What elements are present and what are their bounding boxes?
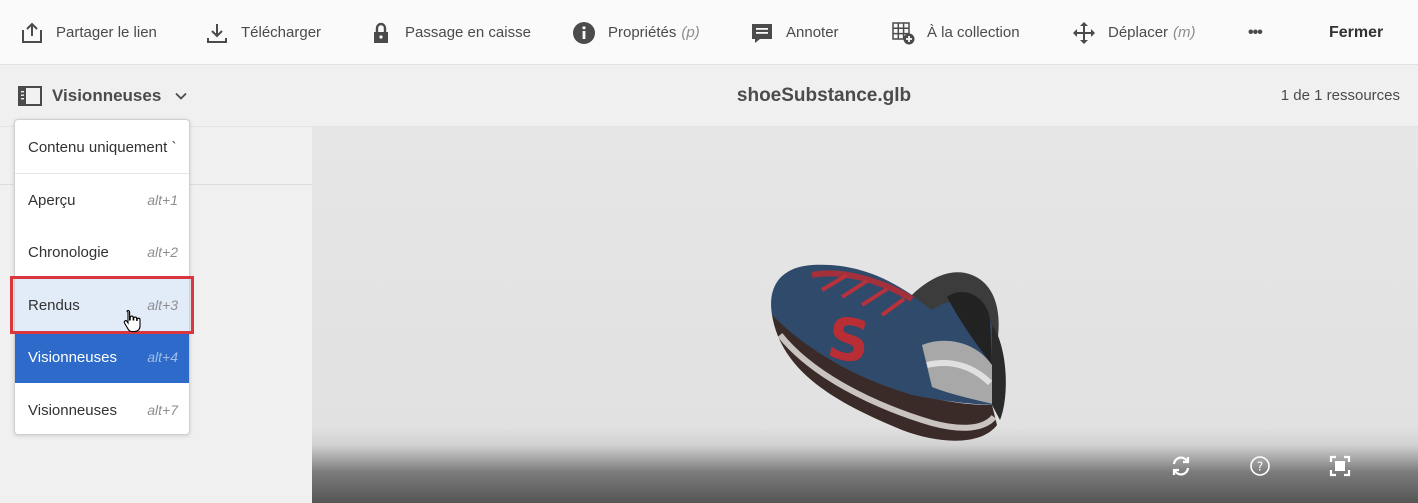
move-label: Déplacer [1108,24,1169,41]
asset-counter: 1 de 1 ressources [1280,87,1400,104]
svg-text:?: ? [1257,459,1263,473]
annotate-label: Annoter [786,24,839,41]
menu-item-label: Contenu uniquement ` [28,138,177,156]
close-label: Fermer [1329,23,1384,41]
collection-add-icon [891,21,915,45]
menu-item-shortcut: alt+7 [147,402,178,418]
share-link-button[interactable]: Partager le lien [20,0,157,65]
share-link-label: Partager le lien [56,24,157,41]
properties-shortcut-hint: (p) [681,24,700,41]
menu-item-content-only[interactable]: Contenu uniquement ` [15,121,189,173]
menu-item-label: Visionneuses [28,348,117,366]
top-toolbar: Partager le lien Télécharger Passage en … [0,0,1418,65]
viewer-switch-dropdown[interactable]: Visionneuses [18,65,187,127]
file-title: shoeSubstance.glb [0,65,1418,127]
menu-item-shortcut: alt+1 [147,192,178,208]
asset-header-bar: Visionneuses shoeSubstance.glb 1 de 1 re… [0,65,1418,127]
info-icon [572,21,596,45]
fullscreen-icon [1329,455,1351,482]
move-icon [1072,21,1096,45]
menu-item-label: Chronologie [28,243,109,261]
properties-label: Propriétés [608,24,677,41]
help-button[interactable]: ? [1246,454,1274,482]
chevron-down-icon [175,92,187,100]
menu-item-label: Visionneuses [28,401,117,419]
menu-item-preview[interactable]: Aperçu alt+1 [15,174,189,226]
viewer-switch-menu: Contenu uniquement ` Aperçu alt+1 Chrono… [14,119,190,435]
file-title-text: shoeSubstance.glb [736,85,912,106]
checkout-button[interactable]: Passage en caisse [369,0,531,65]
fullscreen-button[interactable] [1326,454,1354,482]
menu-item-renditions[interactable]: Rendus alt+3 [15,279,189,331]
add-to-collection-button[interactable]: À la collection [891,0,1020,65]
menu-item-label: Aperçu [28,191,76,209]
download-label: Télécharger [241,24,322,41]
move-button[interactable]: Déplacer (m) [1072,0,1196,65]
shoe-model-image: S [771,264,1006,441]
download-button[interactable]: Télécharger [205,0,321,65]
more-icon: ••• [1248,23,1263,41]
3d-viewer-canvas[interactable]: S ? [312,127,1418,503]
menu-item-viewers-selected[interactable]: Visionneuses alt+4 [15,331,189,383]
menu-item-shortcut: alt+3 [147,297,178,313]
annotate-icon [750,21,774,45]
menu-item-shortcut: alt+4 [147,349,178,365]
reset-view-icon [1170,455,1192,482]
close-button[interactable]: Fermer [1329,0,1383,65]
viewer-switch-label: Visionneuses [52,86,162,105]
properties-button[interactable]: Propriétés (p) [572,0,700,65]
menu-item-timeline[interactable]: Chronologie alt+2 [15,226,189,278]
reset-view-button[interactable] [1167,454,1195,482]
menu-item-viewers[interactable]: Visionneuses alt+7 [15,384,189,434]
rail-toggle-icon [18,84,42,108]
more-actions-button[interactable]: ••• [1248,0,1263,65]
add-to-collection-label: À la collection [927,24,1020,41]
menu-item-label: Rendus [28,296,80,314]
help-icon: ? [1249,455,1271,482]
checkout-label: Passage en caisse [405,24,531,41]
annotate-button[interactable]: Annoter [750,0,839,65]
menu-item-shortcut: alt+2 [147,244,178,260]
lock-icon [369,21,393,45]
move-shortcut-hint: (m) [1173,24,1196,41]
share-icon [20,21,44,45]
download-icon [205,21,229,45]
